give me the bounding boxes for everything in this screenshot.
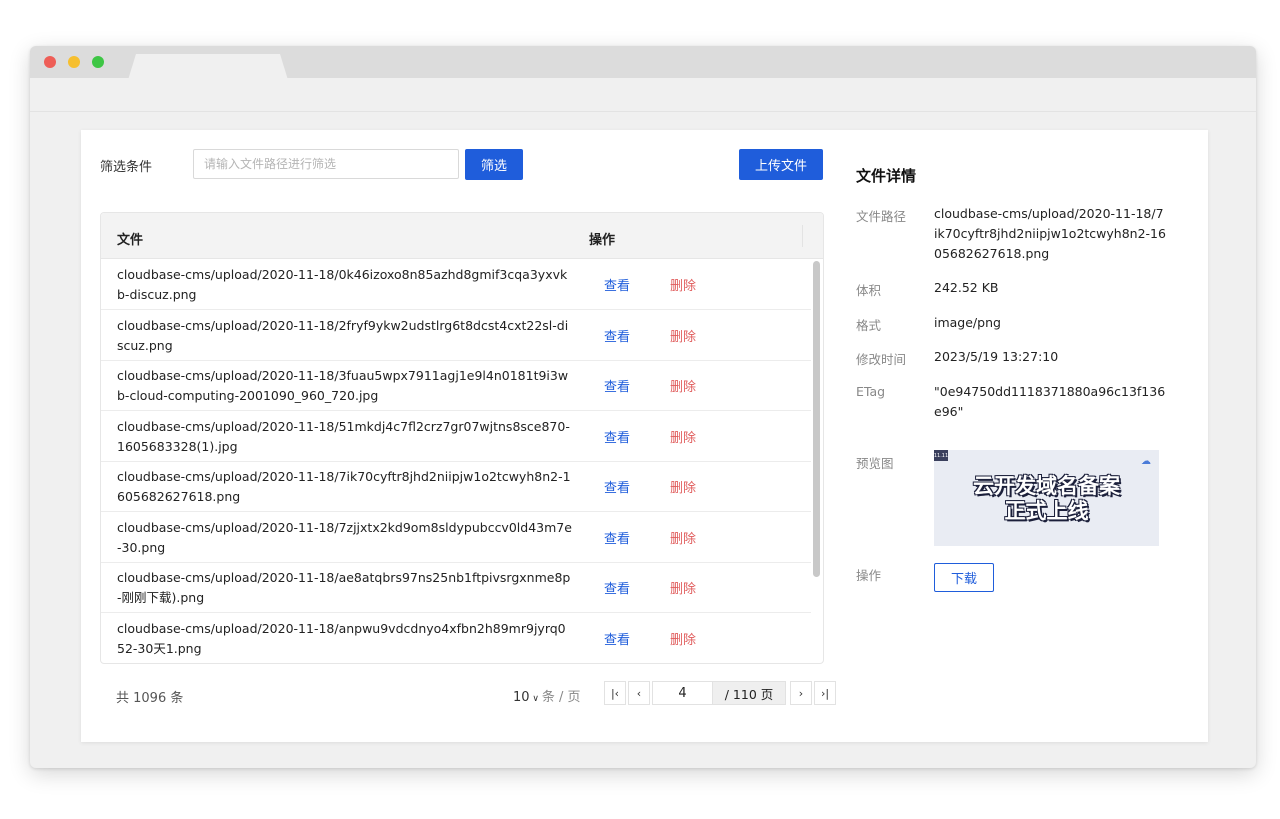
page-size-select[interactable]: 10 ∨ 条 / 页 xyxy=(513,686,581,705)
file-path-cell: cloudbase-cms/upload/2020-11-18/0k46izox… xyxy=(117,267,568,302)
total-count: 共 1096 条 xyxy=(116,691,184,706)
view-link[interactable]: 查看 xyxy=(604,528,630,547)
column-header-operation: 操作 xyxy=(589,233,616,248)
table-row[interactable]: cloudbase-cms/upload/2020-11-18/ae8atqbr… xyxy=(101,562,811,613)
column-header-file: 文件 xyxy=(117,233,144,248)
upload-file-button[interactable]: 上传文件 xyxy=(739,149,823,180)
file-path-cell: cloudbase-cms/upload/2020-11-18/51mkdj4c… xyxy=(117,419,570,454)
file-path-cell: cloudbase-cms/upload/2020-11-18/anpwu9vd… xyxy=(117,621,566,656)
browser-window: 筛选条件 筛选 上传文件 文件 操作 cloudbase-cms/upload/… xyxy=(30,46,1256,768)
file-path-cell: cloudbase-cms/upload/2020-11-18/3fuau5wp… xyxy=(117,368,569,403)
modified-label: 修改时间 xyxy=(856,352,907,367)
table-row[interactable]: cloudbase-cms/upload/2020-11-18/anpwu9vd… xyxy=(101,613,811,663)
file-path-cell: cloudbase-cms/upload/2020-11-18/2fryf9yk… xyxy=(117,318,569,353)
delete-link[interactable]: 删除 xyxy=(670,376,696,395)
actions-label: 操作 xyxy=(856,568,882,583)
file-manager-card: 筛选条件 筛选 上传文件 文件 操作 cloudbase-cms/upload/… xyxy=(81,130,1208,742)
page-number-input[interactable] xyxy=(652,681,712,705)
etag-value: "0e94750dd1118371880a96c13f136e96" xyxy=(934,384,1166,419)
page-size-unit: 条 / 页 xyxy=(541,690,581,705)
close-window-button[interactable] xyxy=(44,56,56,68)
maximize-window-button[interactable] xyxy=(92,56,104,68)
format-label: 格式 xyxy=(856,318,882,333)
file-table: 文件 操作 cloudbase-cms/upload/2020-11-18/0k… xyxy=(100,212,824,664)
table-row[interactable]: cloudbase-cms/upload/2020-11-18/0k46izox… xyxy=(101,259,811,310)
view-link[interactable]: 查看 xyxy=(604,477,630,496)
filter-button[interactable]: 筛选 xyxy=(465,149,523,180)
chevron-left-icon: ‹ xyxy=(636,686,642,700)
view-link[interactable]: 查看 xyxy=(604,275,630,294)
pagination: |‹ ‹ / 110 页 › ›| xyxy=(604,681,838,705)
preview-image[interactable]: 11.11 ☁ 云开发域名备案 正式上线 xyxy=(934,450,1159,546)
minimize-window-button[interactable] xyxy=(68,56,80,68)
page-size-value: 10 xyxy=(513,690,530,705)
cloud-icon: ☁ xyxy=(1141,456,1151,467)
view-link[interactable]: 查看 xyxy=(604,427,630,446)
table-header: 文件 操作 xyxy=(101,213,823,259)
brand-logo-icon: 11.11 xyxy=(934,450,948,461)
delete-link[interactable]: 删除 xyxy=(670,477,696,496)
table-row[interactable]: cloudbase-cms/upload/2020-11-18/2fryf9yk… xyxy=(101,310,811,361)
browser-tab[interactable] xyxy=(128,54,288,80)
first-page-button[interactable]: |‹ xyxy=(604,681,626,705)
delete-link[interactable]: 删除 xyxy=(670,275,696,294)
table-row[interactable]: cloudbase-cms/upload/2020-11-18/7zjjxtx2… xyxy=(101,512,811,563)
delete-link[interactable]: 删除 xyxy=(670,528,696,547)
total-pages: / 110 页 xyxy=(712,681,786,705)
file-path-cell: cloudbase-cms/upload/2020-11-18/ae8atqbr… xyxy=(117,570,571,605)
delete-link[interactable]: 删除 xyxy=(670,578,696,597)
preview-banner-text: 云开发域名备案 正式上线 xyxy=(973,474,1120,523)
etag-label: ETag xyxy=(856,384,886,399)
delete-link[interactable]: 删除 xyxy=(670,427,696,446)
download-button[interactable]: 下载 xyxy=(934,563,994,592)
view-link[interactable]: 查看 xyxy=(604,376,630,395)
table-row[interactable]: cloudbase-cms/upload/2020-11-18/51mkdj4c… xyxy=(101,411,811,462)
prev-page-button[interactable]: ‹ xyxy=(628,681,650,705)
file-path-cell: cloudbase-cms/upload/2020-11-18/7zjjxtx2… xyxy=(117,520,572,555)
table-row[interactable]: cloudbase-cms/upload/2020-11-18/3fuau5wp… xyxy=(101,360,811,411)
column-divider xyxy=(802,225,803,247)
table-scrollbar[interactable] xyxy=(813,261,820,577)
view-link[interactable]: 查看 xyxy=(604,629,630,648)
last-page-icon: ›| xyxy=(820,686,830,700)
browser-titlebar xyxy=(30,46,1256,78)
view-link[interactable]: 查看 xyxy=(604,578,630,597)
table-row[interactable]: cloudbase-cms/upload/2020-11-18/7ik70cyf… xyxy=(101,461,811,512)
next-page-button[interactable]: › xyxy=(790,681,812,705)
path-label: 文件路径 xyxy=(856,209,907,224)
delete-link[interactable]: 删除 xyxy=(670,629,696,648)
size-label: 体积 xyxy=(856,283,882,298)
delete-link[interactable]: 删除 xyxy=(670,326,696,345)
filter-label: 筛选条件 xyxy=(100,160,153,175)
last-page-button[interactable]: ›| xyxy=(814,681,836,705)
browser-toolbar xyxy=(30,78,1256,112)
file-path-cell: cloudbase-cms/upload/2020-11-18/7ik70cyf… xyxy=(117,469,571,504)
filter-input[interactable] xyxy=(193,149,459,179)
chevron-down-icon: ∨ xyxy=(529,694,542,704)
first-page-icon: |‹ xyxy=(610,686,620,700)
modified-value: 2023/5/19 13:27:10 xyxy=(934,349,1059,364)
format-value: image/png xyxy=(934,315,1001,330)
preview-label: 预览图 xyxy=(856,456,894,471)
path-value: cloudbase-cms/upload/2020-11-18/7ik70cyf… xyxy=(934,206,1166,261)
details-title: 文件详情 xyxy=(856,167,917,185)
view-link[interactable]: 查看 xyxy=(604,326,630,345)
size-value: 242.52 KB xyxy=(934,280,999,295)
chevron-right-icon: › xyxy=(798,686,804,700)
